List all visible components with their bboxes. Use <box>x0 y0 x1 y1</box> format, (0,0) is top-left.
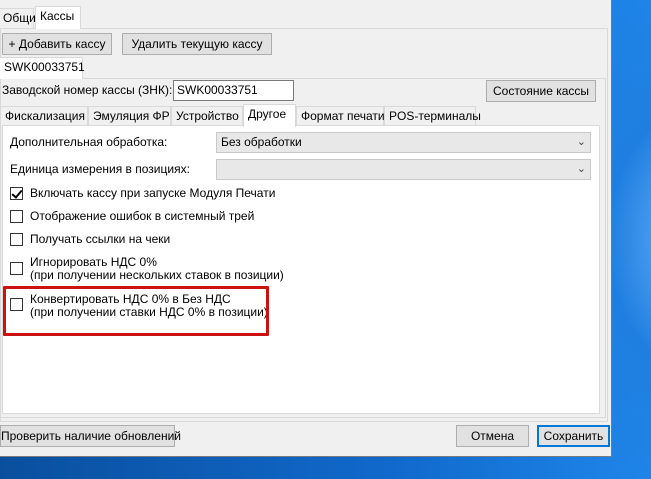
serial-field[interactable]: SWK00033751 <box>173 80 294 101</box>
checkbox-start-register[interactable] <box>10 187 23 200</box>
tab-device[interactable]: Устройство <box>171 106 243 126</box>
tab-other[interactable]: Другое <box>243 104 296 127</box>
receipt-links-label: Получать ссылки на чеки <box>30 232 171 246</box>
tab-pos-terminals[interactable]: POS-терминалы <box>384 106 481 126</box>
remove-register-button[interactable]: Удалить текущую кассу <box>122 33 272 55</box>
checkbox-ignore-vat0[interactable] <box>10 262 23 275</box>
tab-fiscalization[interactable]: Фискализация <box>0 106 88 126</box>
checkbox-receipt-links[interactable] <box>10 233 23 246</box>
add-register-button[interactable]: + Добавить кассу <box>2 33 112 55</box>
highlight-box <box>3 286 269 336</box>
extra-processing-select[interactable]: Без обработки ⌄ <box>216 132 591 153</box>
tab-print-format-label: Формат печати <box>301 109 385 123</box>
unit-label: Единица измерения в позициях: <box>10 162 190 176</box>
tray-errors-label: Отображение ошибок в системный трей <box>30 209 255 223</box>
start-register-label: Включать кассу при запуске Модуля Печати <box>30 186 276 200</box>
tab-registers[interactable]: Кассы <box>35 6 81 29</box>
tab-pos-terminals-label: POS-терминалы <box>389 109 481 123</box>
tab-print-format[interactable]: Формат печати <box>296 106 385 126</box>
unit-select[interactable]: ⌄ <box>216 159 591 180</box>
ignore-vat0-hint: (при получении нескольких ставок в позиц… <box>30 268 284 282</box>
tab-fiscalization-label: Фискализация <box>5 109 85 123</box>
extra-processing-label: Дополнительная обработка: <box>10 135 168 149</box>
tab-registers-label: Кассы <box>40 9 75 23</box>
cancel-button[interactable]: Отмена <box>456 425 529 447</box>
tab-fr-emulation[interactable]: Эмуляция ФР <box>88 106 171 126</box>
chevron-down-icon: ⌄ <box>576 136 586 148</box>
tab-general[interactable]: Общие <box>0 8 42 28</box>
extra-processing-value: Без обработки <box>221 135 302 149</box>
save-button[interactable]: Сохранить <box>537 425 610 447</box>
register-status-button[interactable]: Состояние кассы <box>486 80 596 102</box>
checkbox-tray-errors[interactable] <box>10 210 23 223</box>
register-tab-label: SWK00033751 <box>4 60 85 74</box>
serial-label: Заводской номер кассы (ЗНК): <box>2 83 173 97</box>
tab-register-swk[interactable]: SWK00033751 <box>0 57 85 79</box>
check-updates-button[interactable]: Проверить наличие обновлений <box>0 425 181 447</box>
tab-device-label: Устройство <box>176 109 239 123</box>
settings-window: Общие Кассы + Добавить кассу Удалить тек… <box>0 0 612 457</box>
ignore-vat0-label: Игнорировать НДС 0% <box>30 255 157 269</box>
tab-fr-emulation-label: Эмуляция ФР <box>93 109 170 123</box>
tab-other-label: Другое <box>248 107 287 121</box>
chevron-down-icon: ⌄ <box>576 163 586 175</box>
